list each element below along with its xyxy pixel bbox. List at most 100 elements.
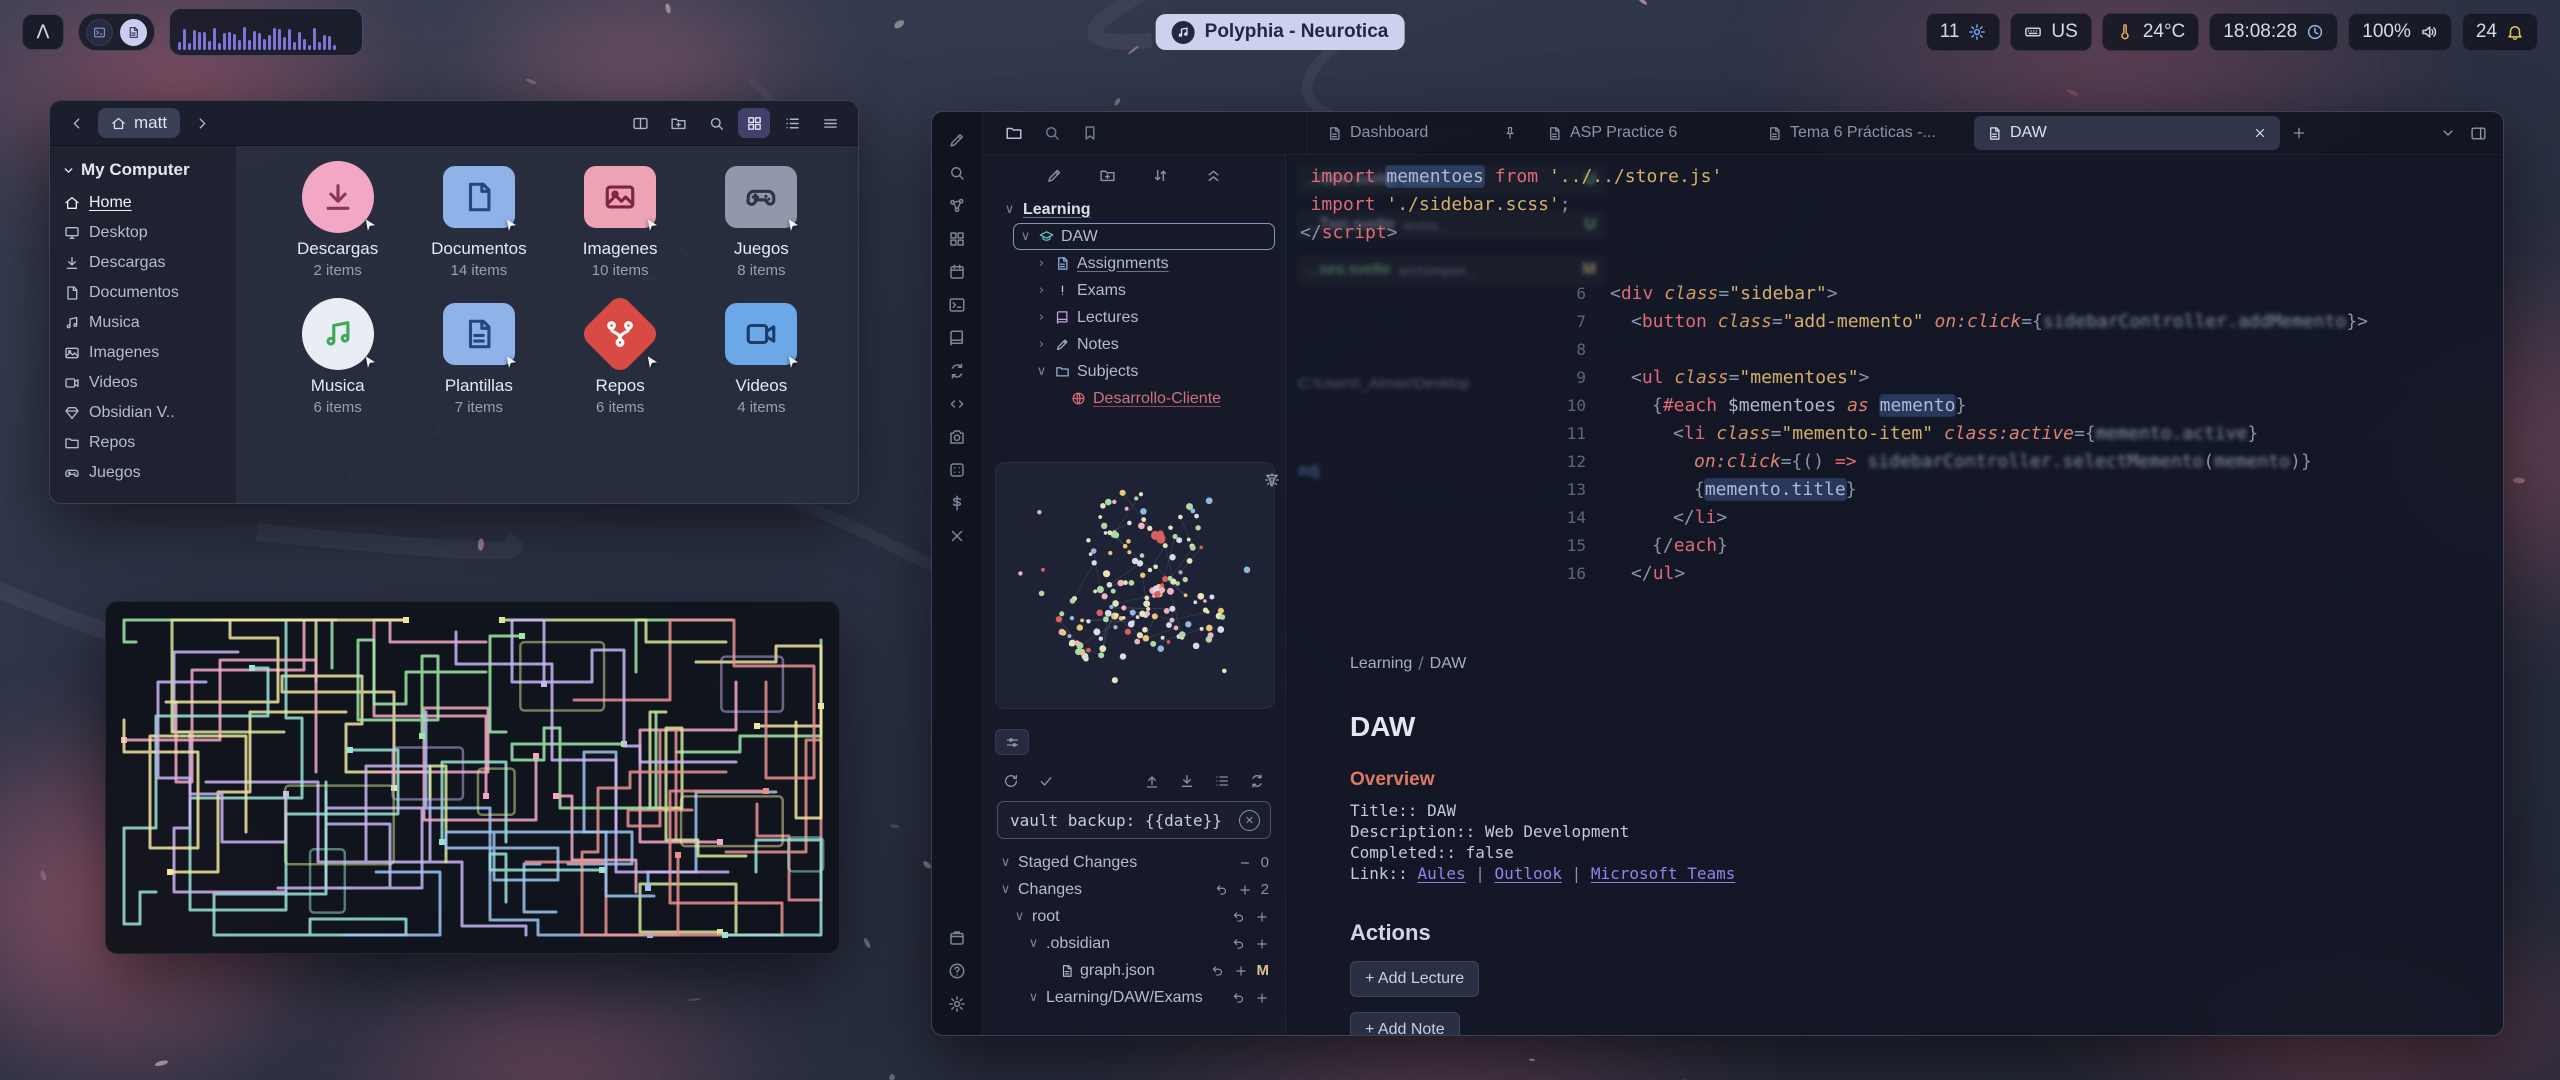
tab-tema-6-pr-cticas-[interactable]: Tema 6 Prácticas -... [1754, 116, 1970, 150]
tab-dashboard[interactable]: Dashboard [1314, 116, 1530, 150]
workspace-indicator[interactable] [78, 13, 155, 51]
action-button--add-lecture[interactable]: + Add Lecture [1350, 961, 1479, 997]
obsidian-editor[interactable]: ...One.sveltesrc/co...U...Two.sveltesrc/… [1286, 155, 2503, 1035]
sidebar-item-home[interactable]: Home [58, 188, 228, 218]
commit-message-input[interactable] [1008, 810, 1239, 831]
ribbon-dice-icon[interactable] [943, 456, 971, 484]
git-row-root[interactable]: ∨root [995, 903, 1273, 930]
workspace-1[interactable] [86, 19, 113, 46]
ribbon-graph-icon[interactable] [943, 192, 971, 220]
note-breadcrumb[interactable]: Learning/DAW [1350, 653, 2110, 673]
folder-videos[interactable]: Videos4 items [691, 293, 832, 416]
panel-tab-bookmark[interactable] [1081, 124, 1099, 142]
folder-documentos[interactable]: Documentos14 items [408, 156, 549, 279]
git-undo-icon[interactable] [1232, 937, 1246, 951]
field-link[interactable]: Aules [1417, 864, 1465, 883]
sidebar-item-obsidianv[interactable]: Obsidian V.. [58, 398, 228, 428]
git-check-button[interactable] [1038, 773, 1054, 789]
layout-toggle-icon[interactable] [2470, 125, 2487, 142]
ribbon-camera-icon[interactable] [943, 423, 971, 451]
volume-pill[interactable]: 100% [2348, 13, 2452, 51]
clear-input-icon[interactable]: ✕ [1239, 810, 1260, 831]
git-plus-circle-button[interactable] [1073, 773, 1089, 789]
git-undo-icon[interactable] [1232, 991, 1246, 1005]
sidebar-item-imagenes[interactable]: Imagenes [58, 338, 228, 368]
sidebar-item-desktop[interactable]: Desktop [58, 218, 228, 248]
search-view-button[interactable] [700, 108, 732, 138]
sidebar-item-juegos[interactable]: Juegos [58, 458, 228, 488]
git-row--obsidian[interactable]: ∨.obsidian [995, 930, 1273, 957]
keyboard-layout-pill[interactable]: US [2010, 13, 2091, 51]
ribbon-settings-icon[interactable] [943, 990, 971, 1018]
forward-button[interactable] [188, 109, 216, 137]
git-row-changes[interactable]: ∨Changes2 [995, 876, 1273, 903]
ribbon-help-icon[interactable] [943, 957, 971, 985]
weather-pill[interactable]: 24°C [2102, 13, 2199, 51]
tree-item-subjects[interactable]: ∨Subjects [1029, 358, 1275, 385]
tab-asp-practice-6[interactable]: ASP Practice 6 [1534, 116, 1750, 150]
tree-item-notes[interactable]: ›Notes [1029, 331, 1275, 358]
git-download-button[interactable] [1179, 773, 1195, 789]
ribbon-pencil-icon[interactable] [943, 126, 971, 154]
panel-tab-folder[interactable] [1005, 124, 1023, 142]
sidebar-item-descargas[interactable]: Descargas [58, 248, 228, 278]
graph-view-panel[interactable] [995, 462, 1275, 709]
git-row-graph-json[interactable]: graph.jsonM [995, 957, 1273, 984]
new-tab-button[interactable] [2284, 118, 2314, 148]
git-plus-icon[interactable] [1234, 964, 1248, 978]
tree-item-exams[interactable]: ›Exams [1029, 277, 1275, 304]
breadcrumb[interactable]: matt [98, 108, 180, 138]
git-list-button[interactable] [1214, 773, 1230, 789]
git-undo-icon[interactable] [1211, 964, 1225, 978]
updates-pill[interactable]: 11 [1926, 13, 2001, 51]
explorer-pencil-button[interactable] [1046, 167, 1063, 184]
field-link[interactable]: Outlook [1495, 864, 1562, 883]
sidebar-item-repos[interactable]: Repos [58, 428, 228, 458]
folder-repos[interactable]: Repos6 items [550, 293, 691, 416]
sidebar-header[interactable]: My Computer [58, 156, 228, 188]
ribbon-terminal-icon[interactable] [943, 291, 971, 319]
field-link[interactable]: Microsoft Teams [1591, 864, 1736, 883]
explorer-folder-plus-button[interactable] [1099, 167, 1116, 184]
git-plus-icon[interactable] [1255, 937, 1269, 951]
clock-pill[interactable]: 18:08:28 [2209, 13, 2338, 51]
tab-daw[interactable]: DAW [1974, 116, 2280, 150]
tree-item-daw[interactable]: ∨DAW [1013, 223, 1275, 250]
notifications-pill[interactable]: 24 [2462, 13, 2538, 51]
tree-item-learning[interactable]: ∨Learning [997, 196, 1275, 223]
git-plus-icon[interactable] [1238, 883, 1252, 897]
git-minus-icon[interactable] [1238, 856, 1252, 870]
git-minus-circle-button[interactable] [1108, 773, 1124, 789]
workspace-2[interactable] [120, 19, 147, 46]
grid-view-button[interactable] [738, 108, 770, 138]
folder-imagenes[interactable]: Imagenes10 items [550, 156, 691, 279]
ribbon-search-icon[interactable] [943, 159, 971, 187]
sidebar-item-videos[interactable]: Videos [58, 368, 228, 398]
ribbon-box-icon[interactable] [943, 924, 971, 952]
panel-tab-search[interactable] [1043, 124, 1061, 142]
ribbon-grid-icon[interactable] [943, 225, 971, 253]
tree-item-lectures[interactable]: ›Lectures [1029, 304, 1275, 331]
chevron-down-icon[interactable] [2440, 125, 2456, 141]
panel-settings-handle[interactable] [995, 729, 1029, 755]
action-button--add-note[interactable]: + Add Note [1350, 1012, 1460, 1035]
git-upload-button[interactable] [1144, 773, 1160, 789]
launcher-button[interactable]: Λ [22, 14, 64, 50]
tree-item-desarrollo-cliente[interactable]: Desarrollo-Cliente [1045, 385, 1275, 412]
git-undo-icon[interactable] [1232, 910, 1246, 924]
list-view-button[interactable] [776, 108, 808, 138]
ribbon-book-icon[interactable] [943, 324, 971, 352]
close-icon[interactable] [2253, 126, 2267, 140]
ribbon-x-icon[interactable] [943, 522, 971, 550]
ribbon-dollar-icon[interactable] [943, 489, 971, 517]
split-view-button[interactable] [624, 108, 656, 138]
sidebar-item-documentos[interactable]: Documentos [58, 278, 228, 308]
git-undo-icon[interactable] [1215, 883, 1229, 897]
ribbon-calendar-icon[interactable] [943, 258, 971, 286]
explorer-sort-button[interactable] [1152, 167, 1169, 184]
git-plus-icon[interactable] [1255, 910, 1269, 924]
ribbon-code-icon[interactable] [943, 390, 971, 418]
git-sync-button[interactable] [1249, 773, 1265, 789]
sidebar-item-musica[interactable]: Musica [58, 308, 228, 338]
folder-plus-view-button[interactable] [662, 108, 694, 138]
